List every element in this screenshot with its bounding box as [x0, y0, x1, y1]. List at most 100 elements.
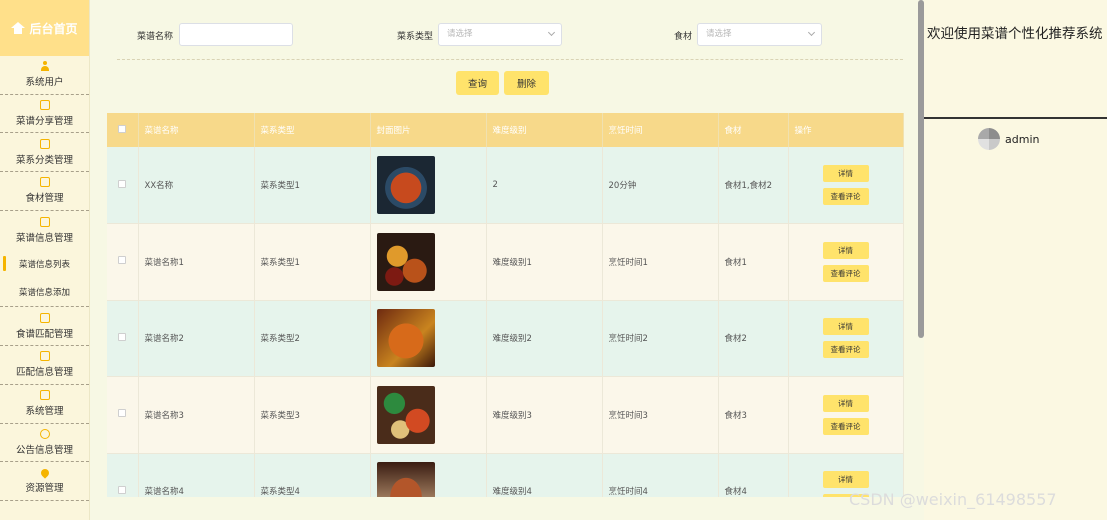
edit-icon: [39, 216, 50, 227]
row-checkbox[interactable]: [118, 256, 127, 265]
difficulty-cell: 难度级别4: [486, 453, 603, 497]
header-panel: 欢迎使用菜谱个性化推荐系统 admin: [924, 0, 1107, 520]
table-row: 菜谱名称2 菜系类型2 难度级别2 烹饪时间2 食材2 详情 查看评论: [107, 300, 904, 377]
column-header: 操作: [788, 113, 904, 147]
view-reviews-button[interactable]: 查看评论: [822, 341, 869, 359]
cover-image: [376, 462, 435, 497]
recipe-table: 菜谱名称 菜系类型 封面图片 难度级别 烹饪时间 食材 操作 XX名称 菜系类型…: [107, 113, 904, 497]
row-select-cell: [107, 453, 139, 497]
sidebar-subitem-recipe-list[interactable]: 菜谱信息列表: [0, 249, 89, 279]
detail-button[interactable]: 详情: [822, 394, 869, 412]
cover-image: [376, 385, 435, 444]
sidebar-item-label: 系统用户: [25, 77, 64, 89]
row-checkbox[interactable]: [118, 332, 127, 341]
row-select-cell: [107, 376, 139, 454]
sidebar-item-ingredients[interactable]: 食材管理: [0, 172, 89, 211]
sidebar-item-label: 食材管理: [25, 193, 64, 205]
cuisine-type-cell: 菜系类型4: [254, 453, 371, 497]
sidebar-item-label: 菜系分类管理: [15, 154, 73, 166]
row-select-cell: [107, 300, 139, 377]
actions-cell: 详情 查看评论: [788, 147, 904, 224]
user-icon: [40, 61, 50, 72]
difficulty-cell: 难度级别2: [486, 300, 603, 377]
home-link[interactable]: 后台首页: [0, 0, 89, 56]
table-row: 菜谱名称4 菜系类型4 难度级别4 烹饪时间4 食材4 详情 查看评论: [107, 453, 904, 497]
actions-cell: 详情 查看评论: [788, 376, 904, 454]
cover-image-cell: [370, 453, 487, 497]
sidebar-item-system-users[interactable]: 系统用户: [0, 56, 89, 95]
avatar[interactable]: [978, 128, 1000, 150]
select-all-cell: [107, 113, 139, 147]
sidebar: 后台首页 系统用户 菜谱分享管理 菜系分类管理 食材管理 菜谱信息管理 菜谱信息…: [0, 0, 90, 520]
edit-icon: [39, 390, 50, 401]
sidebar-item-announcements[interactable]: 公告信息管理: [0, 424, 89, 463]
recipe-name-cell: 菜谱名称1: [138, 223, 255, 301]
sidebar-item-recipe-match[interactable]: 食谱匹配管理: [0, 307, 89, 347]
detail-button[interactable]: 详情: [822, 471, 869, 489]
column-header: 菜谱名称: [138, 113, 255, 147]
ingredient-select[interactable]: 请选择: [697, 23, 822, 46]
detail-button[interactable]: 详情: [822, 318, 869, 336]
actions-cell: 详情 查看评论: [788, 223, 904, 301]
sidebar-item-recipe-info[interactable]: 菜谱信息管理: [0, 211, 89, 250]
row-checkbox[interactable]: [118, 485, 127, 494]
chevron-down-icon: [547, 28, 556, 37]
sidebar-item-cuisine[interactable]: 菜系分类管理: [0, 133, 89, 173]
ingredient-label: 食材: [674, 32, 693, 42]
difficulty-cell: 2: [486, 147, 603, 224]
cook-time-cell: 20分钟: [602, 147, 719, 224]
cover-image-cell: [370, 147, 487, 224]
cuisine-type-select[interactable]: 请选择: [438, 23, 562, 46]
detail-button[interactable]: 详情: [822, 165, 869, 182]
edit-icon: [39, 312, 50, 323]
cook-time-cell: 烹饪时间1: [602, 223, 719, 301]
edit-icon: [39, 351, 50, 362]
sidebar-item-match-info[interactable]: 匹配信息管理: [0, 346, 89, 385]
sidebar-subitem-recipe-add[interactable]: 菜谱信息添加: [0, 278, 89, 308]
cuisine-type-cell: 菜系类型1: [254, 223, 371, 301]
row-checkbox[interactable]: [118, 409, 127, 418]
detail-button[interactable]: 详情: [822, 241, 869, 259]
column-header: 烹饪时间: [602, 113, 719, 147]
cover-image: [376, 232, 435, 291]
ingredient-cell: 食材1,食材2: [718, 147, 789, 224]
sidebar-item-label: 菜谱信息管理: [15, 232, 73, 244]
main-content: 菜谱名称 菜系类型 请选择 食材 请选择 查询 删除 菜谱名称 菜系类型 封面图…: [91, 0, 918, 497]
sidebar-item-system[interactable]: 系统管理: [0, 385, 89, 424]
home-label: 后台首页: [29, 21, 78, 36]
sidebar-item-resources[interactable]: 资源管理: [0, 462, 89, 501]
row-select-cell: [107, 147, 139, 224]
table-row: 菜谱名称1 菜系类型1 难度级别1 烹饪时间1 食材1 详情 查看评论: [107, 223, 904, 301]
watermark: CSDN @weixin_61498557: [849, 490, 1057, 509]
difficulty-cell: 难度级别3: [486, 376, 603, 454]
edit-icon: [39, 138, 50, 149]
cover-image-cell: [370, 223, 487, 301]
view-reviews-button[interactable]: 查看评论: [822, 264, 869, 282]
view-reviews-button[interactable]: 查看评论: [822, 188, 869, 205]
edit-icon: [39, 177, 50, 188]
sidebar-item-label: 菜谱分享管理: [15, 116, 73, 128]
ingredient-cell: 食材3: [718, 376, 789, 454]
view-reviews-button[interactable]: 查看评论: [822, 417, 869, 435]
row-select-cell: [107, 223, 139, 301]
cuisine-type-cell: 菜系类型3: [254, 376, 371, 454]
divider: [117, 59, 903, 60]
cover-image: [376, 309, 435, 368]
cook-time-cell: 烹饪时间4: [602, 453, 719, 497]
select-all-checkbox[interactable]: [118, 124, 127, 133]
edit-icon: [39, 100, 50, 111]
chevron-down-icon: [807, 28, 816, 37]
recipe-name-input[interactable]: [179, 23, 293, 46]
cuisine-type-cell: 菜系类型2: [254, 300, 371, 377]
cover-image-cell: [370, 300, 487, 377]
cuisine-type-cell: 菜系类型1: [254, 147, 371, 224]
ingredient-cell: 食材4: [718, 453, 789, 497]
sidebar-item-label: 公告信息管理: [15, 444, 73, 456]
query-button[interactable]: 查询: [456, 71, 499, 95]
sidebar-item-label: 资源管理: [25, 482, 64, 494]
cuisine-type-label: 菜系类型: [397, 32, 434, 42]
sidebar-item-recipe-share[interactable]: 菜谱分享管理: [0, 95, 89, 134]
row-checkbox[interactable]: [118, 179, 127, 188]
username[interactable]: admin: [1005, 133, 1039, 146]
delete-button[interactable]: 删除: [504, 71, 549, 95]
